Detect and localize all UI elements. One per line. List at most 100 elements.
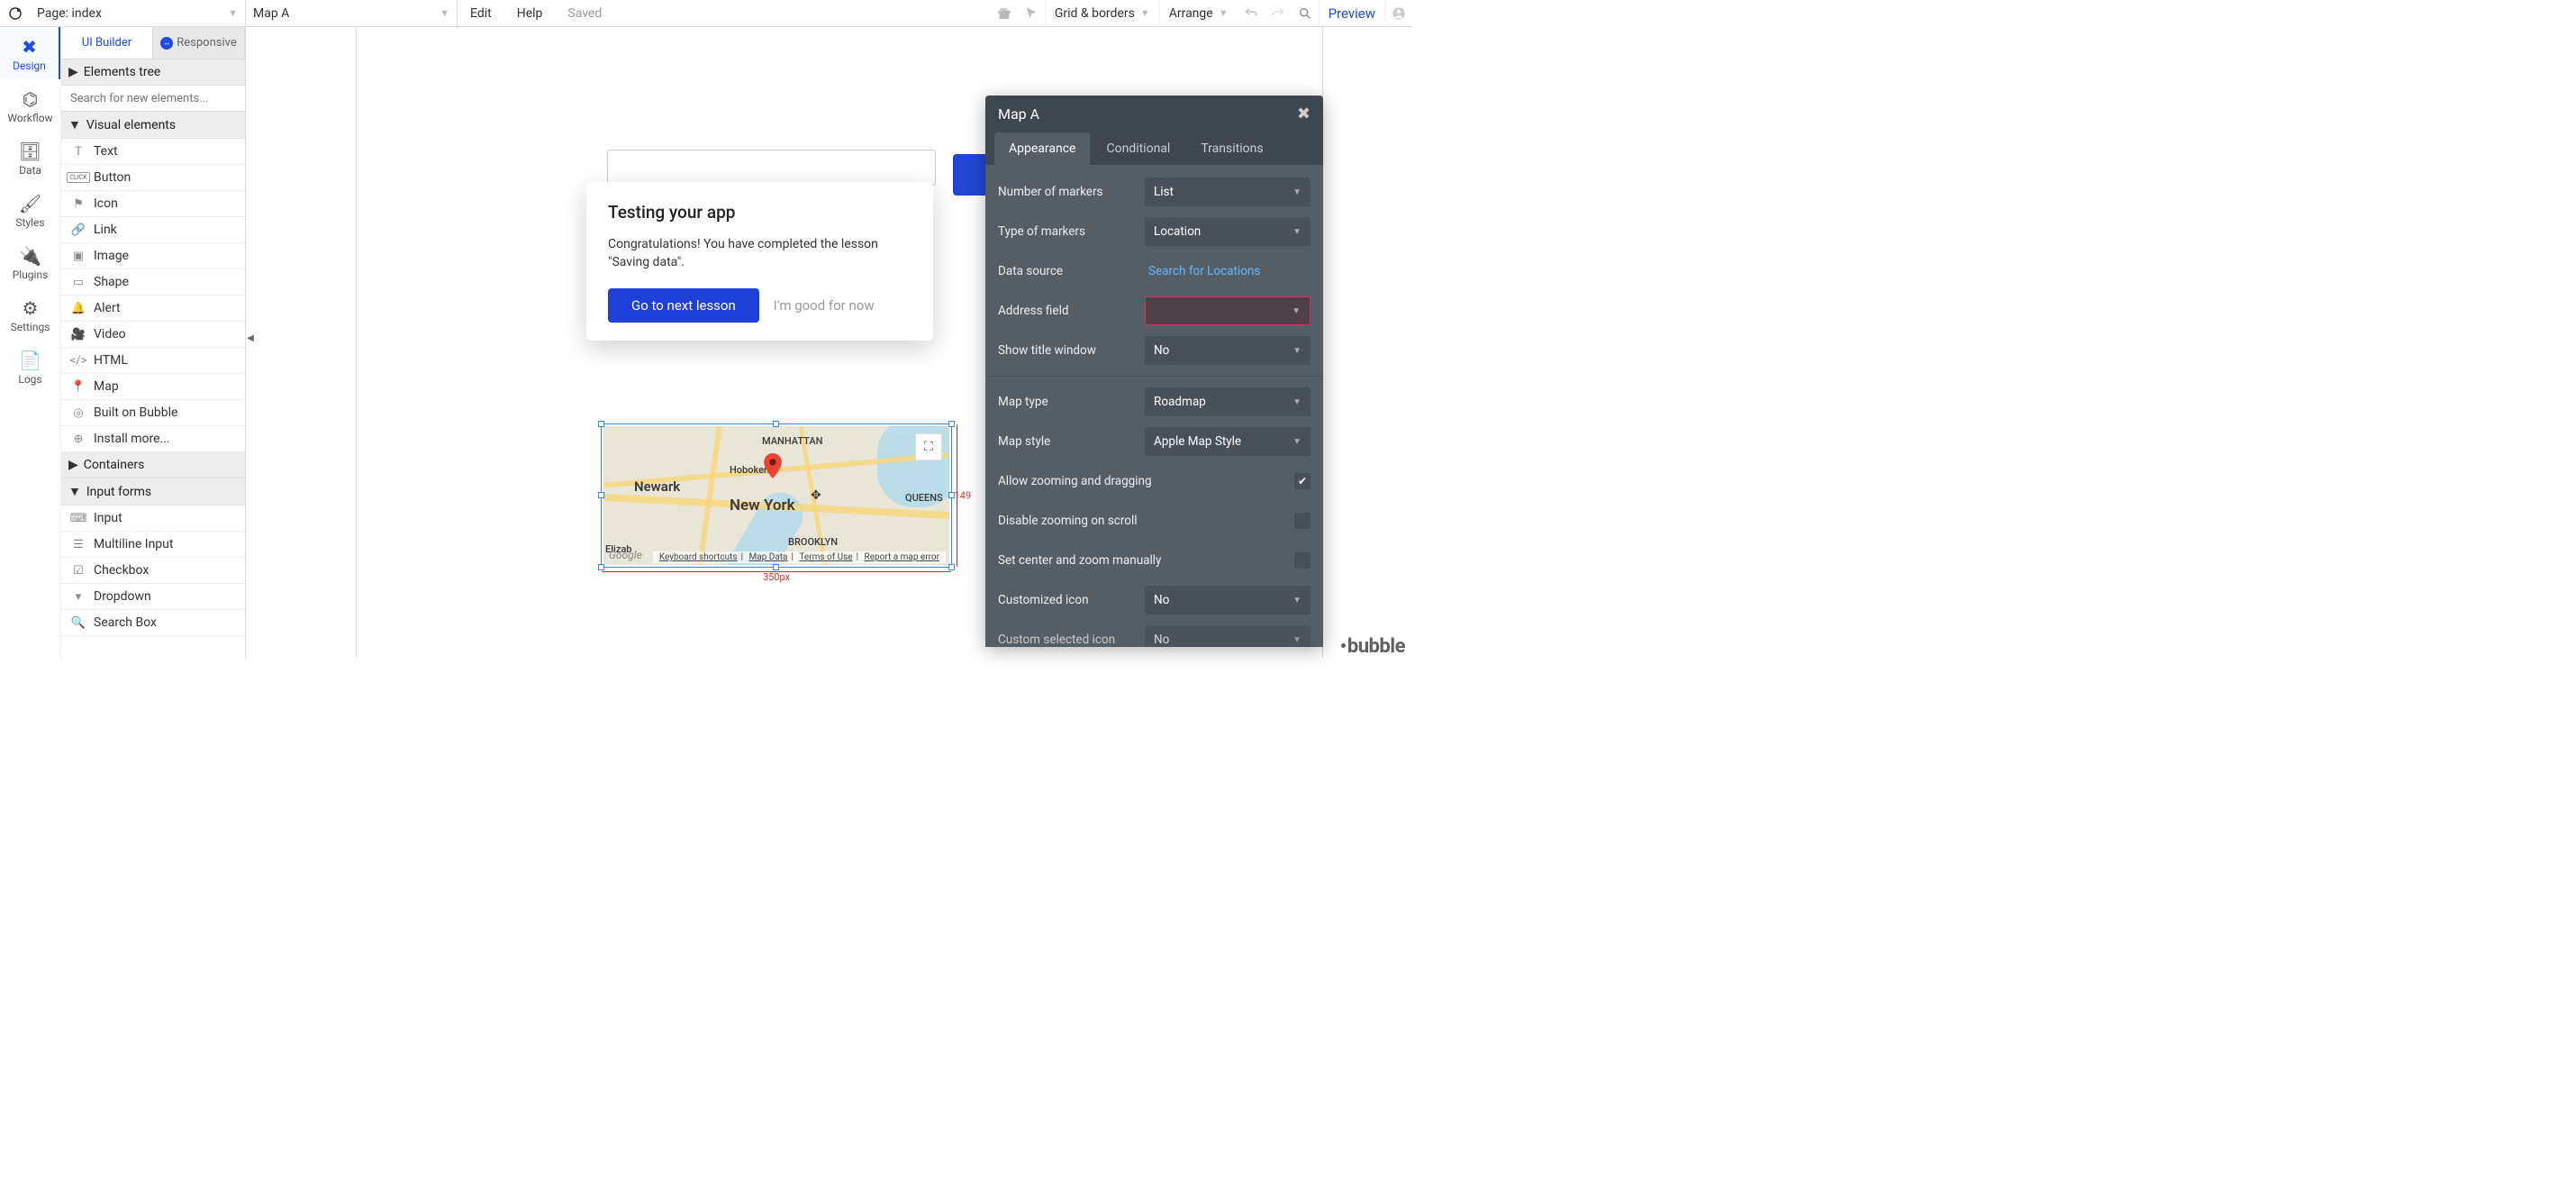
arrange-dropdown[interactable]: Arrange▼ (1159, 0, 1238, 27)
tab-appearance[interactable]: Appearance (994, 132, 1090, 165)
chevron-down-icon: ▼ (228, 7, 238, 19)
search-elements-input[interactable] (70, 92, 236, 105)
el-search-box[interactable]: 🔍Search Box (61, 610, 245, 636)
grid-borders-dropdown[interactable]: Grid & borders ▼ (1045, 0, 1159, 27)
address-field-select[interactable]: ▼ (1145, 296, 1311, 325)
map-type-select[interactable]: Roadmap▼ (1145, 387, 1311, 416)
canvas-input-element[interactable] (607, 150, 936, 186)
redo-button[interactable] (1265, 0, 1292, 27)
section-input-forms[interactable]: ▼Input forms (61, 478, 245, 505)
user-avatar[interactable] (1385, 0, 1412, 27)
data-source-link[interactable]: Search for Locations (1145, 264, 1311, 278)
sidebar-item-plugins[interactable]: 🔌Plugins (0, 236, 60, 288)
resize-handle[interactable] (948, 421, 955, 427)
el-dropdown[interactable]: ▾Dropdown (61, 584, 245, 610)
grid-borders-label: Grid & borders (1055, 6, 1135, 21)
menu-help[interactable]: Help (504, 0, 556, 27)
map-style-select[interactable]: Apple Map Style▼ (1145, 427, 1311, 456)
undo-button[interactable] (1238, 0, 1265, 27)
chevron-down-icon: ▼ (1140, 7, 1150, 19)
resize-handle[interactable] (773, 421, 779, 427)
el-checkbox[interactable]: ☑Checkbox (61, 558, 245, 584)
fullscreen-icon[interactable]: ⛶ (915, 433, 942, 460)
prop-label: Data source (998, 264, 1145, 278)
type-of-markers-select[interactable]: Location▼ (1145, 217, 1311, 246)
resize-handle[interactable] (773, 564, 779, 570)
section-visual-elements[interactable]: ▼Visual elements (61, 112, 245, 139)
map-attribution[interactable]: Keyboard shortcuts| Map Data| Terms of U… (653, 551, 946, 563)
prop-label: Set center and zoom manually (998, 553, 1294, 568)
gift-icon[interactable] (991, 0, 1018, 27)
search-icon: 🔍 (70, 615, 86, 630)
collapse-panel-handle[interactable]: ◀ (246, 324, 255, 351)
tutorial-body: Congratulations! You have completed the … (608, 235, 912, 272)
el-image[interactable]: ▣Image (61, 243, 245, 269)
flag-icon: ⚑ (70, 196, 86, 211)
resize-handle[interactable] (948, 564, 955, 570)
sidebar-item-workflow[interactable]: ⌬Workflow (0, 79, 60, 132)
el-alert[interactable]: 🔔Alert (61, 296, 245, 322)
section-elements-tree[interactable]: ▶Elements tree (61, 59, 245, 86)
sidebar-item-styles[interactable]: 🖌Styles (0, 184, 60, 236)
checkbox-icon: ☑ (70, 563, 86, 578)
section-containers[interactable]: ▶Containers (61, 452, 245, 478)
el-label: Alert (94, 301, 121, 315)
tab-responsive[interactable]: ↔Responsive (153, 27, 245, 59)
el-map[interactable]: 📍Map (61, 374, 245, 400)
tab-transitions[interactable]: Transitions (1186, 132, 1277, 165)
sidebar-item-settings[interactable]: ⚙Settings (0, 288, 60, 341)
property-panel[interactable]: Map A ✖ Appearance Conditional Transitio… (985, 96, 1323, 647)
el-multiline-input[interactable]: ☰Multiline Input (61, 532, 245, 558)
map-link[interactable]: Keyboard shortcuts (659, 552, 738, 562)
resize-handle[interactable] (598, 421, 604, 427)
close-icon[interactable]: ✖ (1297, 105, 1311, 123)
tutorial-modal: Testing your app Congratulations! You ha… (586, 182, 933, 341)
el-html[interactable]: </>HTML (61, 348, 245, 374)
bubble-logo[interactable] (0, 0, 30, 27)
el-label: Button (94, 170, 131, 185)
tab-ui-builder[interactable]: UI Builder (61, 27, 153, 59)
preview-button[interactable]: Preview (1319, 0, 1385, 27)
prop-label: Map style (998, 434, 1145, 449)
el-shape[interactable]: ▭Shape (61, 269, 245, 296)
el-video[interactable]: 🎥Video (61, 322, 245, 348)
chevron-down-icon: ▼ (440, 7, 449, 19)
chevron-down-icon: ▼ (1293, 635, 1302, 645)
disable-scroll-checkbox[interactable] (1294, 513, 1311, 529)
map-label-brooklyn: BROOKLYN (788, 536, 838, 548)
skip-button[interactable]: I'm good for now (774, 297, 875, 314)
show-title-select[interactable]: No▼ (1145, 336, 1311, 365)
el-text[interactable]: TText (61, 139, 245, 165)
canvas[interactable]: Newark Hoboken MANHATTAN BROOKLYN QUEENS… (246, 27, 1412, 659)
custom-icon-select[interactable]: No▼ (1145, 586, 1311, 615)
custom-selected-icon-select[interactable]: No▼ (1145, 625, 1311, 647)
tab-conditional[interactable]: Conditional (1092, 132, 1184, 165)
chevron-down-icon: ▼ (1219, 7, 1229, 19)
set-center-checkbox[interactable] (1294, 552, 1311, 569)
sidebar-item-label: Settings (11, 321, 50, 333)
el-label: Image (94, 249, 129, 263)
el-input[interactable]: ⌨Input (61, 505, 245, 532)
el-install-more[interactable]: ⊕Install more... (61, 426, 245, 452)
resize-handle[interactable] (598, 492, 604, 498)
resize-handle[interactable] (598, 564, 604, 570)
search-icon[interactable] (1292, 0, 1319, 27)
pointer-icon[interactable] (1018, 0, 1045, 27)
el-button[interactable]: CLICKButton (61, 165, 245, 191)
el-built-on-bubble[interactable]: ◎Built on Bubble (61, 400, 245, 426)
map-link[interactable]: Terms of Use (799, 552, 852, 562)
page-dropdown[interactable]: Page: index ▼ (30, 0, 246, 27)
allow-zoom-checkbox[interactable]: ✔ (1294, 473, 1311, 489)
el-icon[interactable]: ⚑Icon (61, 191, 245, 217)
element-dropdown[interactable]: Map A ▼ (246, 0, 458, 27)
number-of-markers-select[interactable]: List▼ (1145, 178, 1311, 206)
sidebar-item-logs[interactable]: 📄Logs (0, 341, 60, 393)
menu-edit[interactable]: Edit (458, 0, 504, 27)
canvas-map-element[interactable]: Newark Hoboken MANHATTAN BROOKLYN QUEENS… (601, 423, 952, 568)
sidebar-item-design[interactable]: ✖Design (0, 27, 60, 79)
map-link[interactable]: Map Data (749, 552, 788, 562)
sidebar-item-data[interactable]: 🗄Data (0, 132, 60, 184)
el-link[interactable]: 🔗Link (61, 217, 245, 243)
map-link[interactable]: Report a map error (865, 552, 939, 562)
next-lesson-button[interactable]: Go to next lesson (608, 288, 759, 323)
